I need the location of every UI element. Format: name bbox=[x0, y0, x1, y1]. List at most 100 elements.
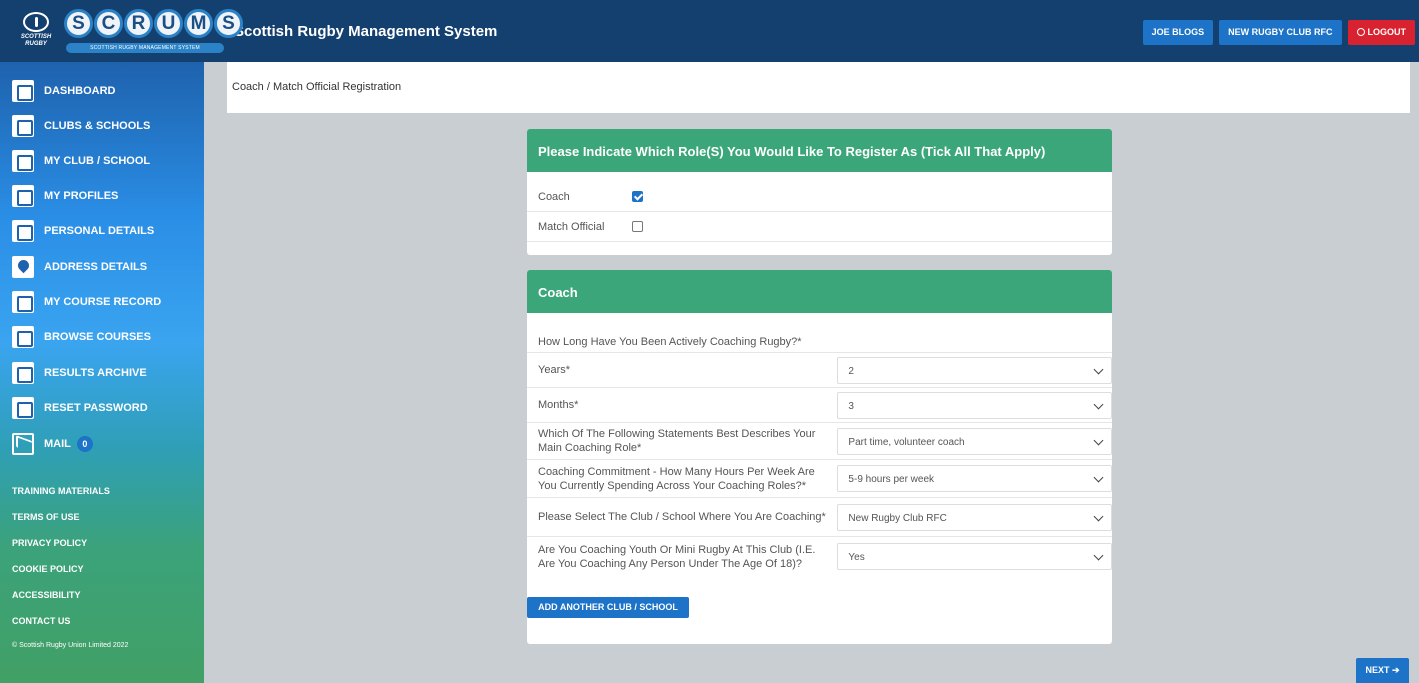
chevron-down-icon bbox=[1093, 550, 1104, 561]
training-materials-link[interactable]: TRAINING MATERIALS bbox=[12, 486, 110, 496]
sidebar-item-reset-password[interactable]: RESET PASSWORD bbox=[12, 397, 148, 419]
field-label: Years* bbox=[538, 364, 571, 376]
terms-of-use-link[interactable]: TERMS OF USE bbox=[12, 512, 80, 522]
select-value: Part time, volunteer coach bbox=[848, 436, 965, 448]
accessibility-link[interactable]: ACCESSIBILITY bbox=[12, 590, 81, 600]
field-label: Are You Coaching Youth Or Mini Rugby At … bbox=[538, 543, 816, 570]
roles-card-title: Please Indicate Which Role(S) You Would … bbox=[527, 129, 1112, 172]
mail-count-badge: 0 bbox=[76, 436, 93, 452]
field-coaching-role: Which Of The Following Statements Best D… bbox=[527, 423, 1112, 460]
archive-icon bbox=[12, 362, 34, 384]
browse-icon bbox=[12, 326, 34, 348]
coach-card-title: Coach bbox=[527, 270, 1112, 313]
club-icon bbox=[12, 150, 34, 172]
field-months: Months* 3 bbox=[527, 388, 1112, 423]
role-option-label: Coach bbox=[538, 190, 570, 203]
coaching-role-select[interactable]: Part time, volunteer coach bbox=[837, 427, 1112, 455]
coach-checkbox[interactable] bbox=[632, 191, 643, 202]
sidebar-item-results-archive[interactable]: RESULTS ARCHIVE bbox=[12, 362, 147, 384]
coaching-commitment-select[interactable]: 5-9 hours per week bbox=[837, 465, 1112, 492]
sidebar-item-label: MY PROFILES bbox=[44, 190, 119, 202]
sidebar-item-browse-courses[interactable]: BROWSE COURSES bbox=[12, 326, 151, 348]
sidebar-item-label: RESULTS ARCHIVE bbox=[44, 367, 147, 379]
sidebar-item-clubs-schools[interactable]: CLUBS & SCHOOLS bbox=[12, 115, 150, 137]
field-label: Months* bbox=[538, 399, 579, 411]
sidebar-item-label: DASHBOARD bbox=[44, 85, 116, 97]
next-button[interactable]: NEXT ➔ bbox=[1356, 658, 1409, 683]
role-option-label: Match Official bbox=[538, 220, 605, 233]
sidebar-item-mail[interactable]: MAIL 0 bbox=[12, 433, 93, 455]
role-option-match-official[interactable]: Match Official bbox=[527, 212, 1112, 242]
months-select[interactable]: 3 bbox=[837, 391, 1112, 419]
logo-letters: S C R U M S bbox=[64, 9, 243, 38]
chevron-down-icon bbox=[1093, 472, 1104, 483]
club-button[interactable]: NEW RUGBY CLUB RFC bbox=[1219, 20, 1342, 45]
course-record-icon bbox=[12, 291, 34, 313]
logo-letter: M bbox=[184, 9, 213, 38]
privacy-policy-link[interactable]: PRIVACY POLICY bbox=[12, 538, 87, 548]
app-title: Scottish Rugby Management System bbox=[234, 22, 498, 40]
sidebar-item-label: ADDRESS DETAILS bbox=[44, 261, 148, 273]
logout-label: LOGOUT bbox=[1367, 27, 1407, 37]
chevron-down-icon bbox=[1093, 435, 1104, 445]
dashboard-icon bbox=[12, 80, 34, 102]
coaching-duration-question: How Long Have You Been Actively Coaching… bbox=[527, 313, 1112, 353]
field-coaching-commitment: Coaching Commitment - How Many Hours Per… bbox=[527, 460, 1112, 498]
add-another-club-button[interactable]: ADD ANOTHER CLUB / SCHOOL bbox=[527, 597, 689, 618]
user-button[interactable]: JOE BLOGS bbox=[1142, 20, 1214, 45]
logout-button[interactable]: LOGOUT bbox=[1347, 20, 1415, 45]
cookie-policy-link[interactable]: COOKIE POLICY bbox=[12, 564, 84, 574]
top-bar: SCOTTISH RUGBY S C R U M S SCOTTISH RUGB… bbox=[0, 0, 1419, 62]
logo-letter: R bbox=[124, 9, 153, 38]
field-label: Please Select The Club / School Where Yo… bbox=[538, 511, 826, 523]
logo-letter: S bbox=[214, 9, 243, 38]
header-actions: JOE BLOGS NEW RUGBY CLUB RFC LOGOUT bbox=[1142, 20, 1415, 45]
sidebar-item-label: MY CLUB / SCHOOL bbox=[44, 155, 151, 167]
next-label: NEXT bbox=[1365, 665, 1390, 675]
field-label: Coaching Commitment - How Many Hours Per… bbox=[538, 465, 815, 492]
select-value: Yes bbox=[848, 552, 865, 563]
contact-us-link[interactable]: CONTACT US bbox=[12, 616, 70, 626]
field-label: Which Of The Following Statements Best D… bbox=[538, 428, 816, 454]
goalposts-icon bbox=[12, 115, 34, 137]
lock-icon bbox=[12, 397, 34, 419]
logo-letter: C bbox=[94, 9, 123, 38]
sidebar-item-label: RESET PASSWORD bbox=[44, 402, 148, 414]
scrums-logo[interactable]: SCOTTISH RUGBY S C R U M S SCOTTISH RUGB… bbox=[0, 0, 243, 62]
chevron-down-icon bbox=[1093, 364, 1104, 374]
copyright-text: © Scottish Rugby Union Limited 2022 bbox=[12, 642, 129, 649]
select-value: New Rugby Club RFC bbox=[848, 512, 947, 524]
coaching-club-select[interactable]: New Rugby Club RFC bbox=[837, 503, 1112, 531]
sidebar: DASHBOARD CLUBS & SCHOOLS MY CLUB / SCHO… bbox=[0, 62, 204, 683]
breadcrumb: Coach / Match Official Registration bbox=[227, 62, 1410, 113]
youth-mini-rugby-select[interactable]: Yes bbox=[837, 543, 1112, 570]
sidebar-item-my-club-school[interactable]: MY CLUB / SCHOOL bbox=[12, 150, 150, 172]
sidebar-item-label: CLUBS & SCHOOLS bbox=[44, 120, 151, 132]
sidebar-item-personal-details[interactable]: PERSONAL DETAILS bbox=[12, 220, 154, 242]
role-option-coach[interactable]: Coach bbox=[527, 182, 1112, 212]
sidebar-item-label: MY COURSE RECORD bbox=[44, 296, 162, 308]
select-value: 5-9 hours per week bbox=[848, 474, 935, 485]
field-years: Years* 2 bbox=[527, 353, 1112, 388]
scottish-rugby-crest-icon: SCOTTISH RUGBY bbox=[20, 10, 52, 50]
chevron-down-icon bbox=[1093, 511, 1104, 521]
logo-subtitle: SCOTTISH RUGBY MANAGEMENT SYSTEM bbox=[66, 43, 224, 53]
roles-card: Please Indicate Which Role(S) You Would … bbox=[527, 129, 1112, 255]
sidebar-item-dashboard[interactable]: DASHBOARD bbox=[12, 80, 116, 102]
map-pin-icon bbox=[12, 256, 34, 278]
match-official-checkbox[interactable] bbox=[632, 221, 643, 232]
logo-letter: U bbox=[154, 9, 183, 38]
sidebar-item-my-course-record[interactable]: MY COURSE RECORD bbox=[12, 291, 161, 313]
field-youth-mini-rugby: Are You Coaching Youth Or Mini Rugby At … bbox=[527, 537, 1112, 576]
select-value: 2 bbox=[848, 365, 854, 377]
arrow-right-icon: ➔ bbox=[1391, 665, 1400, 675]
chevron-down-icon bbox=[1093, 399, 1104, 409]
logo-letter: S bbox=[64, 9, 93, 38]
sidebar-item-label: MAIL bbox=[44, 438, 71, 450]
coach-card: Coach How Long Have You Been Actively Co… bbox=[527, 270, 1112, 644]
field-coaching-club: Please Select The Club / School Where Yo… bbox=[527, 498, 1112, 537]
years-select[interactable]: 2 bbox=[837, 356, 1112, 384]
sidebar-item-address-details[interactable]: ADDRESS DETAILS bbox=[12, 256, 147, 278]
profiles-icon bbox=[12, 185, 34, 207]
sidebar-item-my-profiles[interactable]: MY PROFILES bbox=[12, 185, 118, 207]
